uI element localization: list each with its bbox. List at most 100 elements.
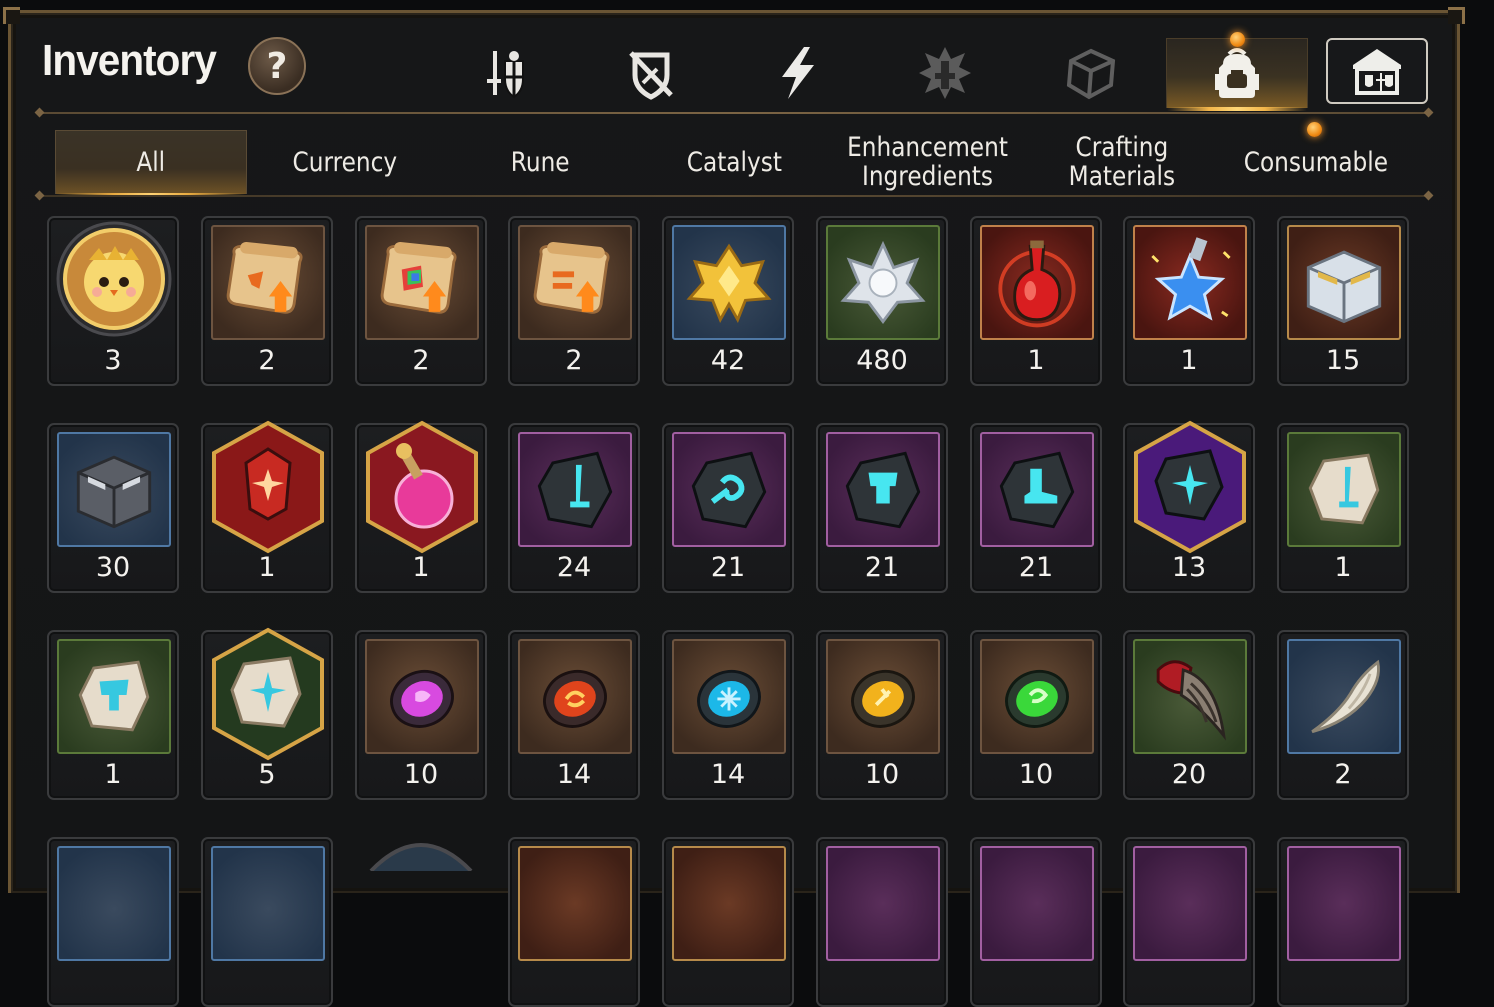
consumable-notify-dot xyxy=(1307,122,1322,137)
subtab-crafting-materials[interactable]: Crafting Materials xyxy=(1026,130,1218,194)
inventory-slot[interactable]: 2 xyxy=(508,216,640,386)
tab-crate[interactable] xyxy=(1020,38,1162,108)
item-count: 42 xyxy=(710,345,746,376)
red-potion-icon xyxy=(998,240,1076,328)
rainbow-scroll-upgrade-icon xyxy=(380,241,457,314)
sword-shield-icon xyxy=(487,51,524,99)
purple-catalyst-gem-icon xyxy=(390,669,454,728)
inventory-slot[interactable]: 5 xyxy=(201,627,333,800)
spiral-rune-stone-icon xyxy=(691,451,767,529)
backpack-icon xyxy=(1215,47,1259,98)
inventory-slot[interactable]: 13 xyxy=(1123,420,1255,593)
tab-skills[interactable] xyxy=(727,38,869,108)
lightning-icon xyxy=(782,47,814,99)
inventory-slot[interactable]: 2 xyxy=(201,216,333,386)
inventory-slot[interactable]: 42 xyxy=(662,216,794,386)
inventory-slot[interactable] xyxy=(1277,837,1409,1007)
item-count: 15 xyxy=(1325,345,1361,376)
inventory-slot[interactable]: 1 xyxy=(1277,423,1409,593)
inventory-slot[interactable]: 10 xyxy=(816,630,948,800)
inventory-slot[interactable]: 2 xyxy=(1277,630,1409,800)
inventory-slot[interactable]: 20 xyxy=(1123,630,1255,800)
item-count: 2 xyxy=(412,345,430,376)
item-count: 24 xyxy=(556,552,592,583)
item-count: 10 xyxy=(403,759,439,790)
pink-orb-potion-icon xyxy=(366,420,478,554)
silver-crystal-flower-icon xyxy=(840,240,926,324)
inventory-slot[interactable] xyxy=(355,837,487,1007)
tab-broken-gear[interactable] xyxy=(580,38,722,108)
item-count: 2 xyxy=(1334,759,1352,790)
item-count: 5 xyxy=(258,759,276,790)
crimson-claw-icon xyxy=(1156,660,1226,741)
subtab-enhancement-ingredients[interactable]: Enhancement Ingredients xyxy=(832,130,1024,194)
item-count: 1 xyxy=(258,552,276,583)
star-rune-tablet-icon xyxy=(212,627,324,761)
inventory-slot[interactable] xyxy=(816,837,948,1007)
tab-armory[interactable] xyxy=(1326,38,1428,104)
item-count: 1 xyxy=(1334,552,1352,583)
tab-emblem[interactable] xyxy=(874,38,1016,108)
help-button[interactable]: ? xyxy=(248,37,306,95)
sword-rune-stone-icon xyxy=(537,451,613,529)
inventory-slot[interactable]: 15 xyxy=(1277,216,1409,386)
scroll-upgrade-icon xyxy=(226,241,303,314)
subtab-consumable[interactable]: Consumable xyxy=(1220,130,1412,194)
inventory-slot[interactable]: 21 xyxy=(662,423,794,593)
inventory-slot[interactable]: 10 xyxy=(970,630,1102,800)
inventory-slot[interactable] xyxy=(201,837,333,1007)
inventory-slot[interactable]: 2 xyxy=(355,216,487,386)
inventory-notify-dot xyxy=(1230,32,1245,47)
item-count: 20 xyxy=(1171,759,1207,790)
inventory-slot[interactable]: 1 xyxy=(970,216,1102,386)
subtab-all[interactable]: All xyxy=(55,130,247,196)
item-count: 1 xyxy=(1180,345,1198,376)
page-title: Inventory xyxy=(42,36,217,85)
inventory-slot[interactable]: 1 xyxy=(355,420,487,593)
item-count: 21 xyxy=(710,552,746,583)
inventory-slot[interactable] xyxy=(47,837,179,1007)
scroll-upgrade-icon xyxy=(533,241,610,314)
subtab-rune[interactable]: Rune xyxy=(444,130,636,194)
item-count: 14 xyxy=(710,759,746,790)
inventory-slot[interactable]: 1 xyxy=(1123,216,1255,386)
green-catalyst-gem-icon xyxy=(1005,669,1069,728)
inventory-slot[interactable]: 10 xyxy=(355,630,487,800)
item-count: 21 xyxy=(1018,552,1054,583)
red-crest-stone-icon xyxy=(212,420,324,554)
inventory-slot[interactable]: 30 xyxy=(47,423,179,593)
boot-rune-stone-icon xyxy=(999,451,1075,529)
inventory-slot[interactable]: 21 xyxy=(970,423,1102,593)
inventory-slot[interactable]: 24 xyxy=(508,423,640,593)
inventory-slot[interactable]: 21 xyxy=(816,423,948,593)
inventory-slot[interactable] xyxy=(508,837,640,1007)
inventory-slot[interactable]: 14 xyxy=(508,630,640,800)
inventory-slot[interactable] xyxy=(662,837,794,1007)
inventory-slot[interactable] xyxy=(1123,837,1255,1007)
tab-equipment[interactable] xyxy=(434,38,576,108)
tab-inventory[interactable] xyxy=(1166,38,1308,111)
item-count: 2 xyxy=(565,345,583,376)
inventory-slot[interactable]: 14 xyxy=(662,630,794,800)
inventory-slot[interactable]: 3 xyxy=(47,216,179,386)
tabs-divider xyxy=(38,195,1430,197)
item-count: 1 xyxy=(104,759,122,790)
dark-chest-icon xyxy=(76,455,152,529)
inventory-slot[interactable] xyxy=(970,837,1102,1007)
item-count: 13 xyxy=(1171,552,1207,583)
subtab-catalyst[interactable]: Catalyst xyxy=(638,130,830,194)
sword-rune-tablet-icon xyxy=(1308,453,1380,525)
inventory-slot[interactable]: 1 xyxy=(47,630,179,800)
item-count: 2 xyxy=(258,345,276,376)
bone-fang-icon xyxy=(1311,659,1380,734)
inventory-slot[interactable]: 1 xyxy=(201,420,333,593)
item-count: 14 xyxy=(556,759,592,790)
yellow-catalyst-gem-icon xyxy=(851,669,915,728)
chick-portrait-token-icon xyxy=(56,221,172,337)
shield-rune-tablet-icon xyxy=(78,660,150,732)
item-count: 3 xyxy=(104,345,122,376)
item-count: 30 xyxy=(95,552,131,583)
inventory-slot[interactable]: 480 xyxy=(816,216,948,386)
subtab-currency[interactable]: Currency xyxy=(249,130,441,194)
item-count: 480 xyxy=(856,345,908,376)
